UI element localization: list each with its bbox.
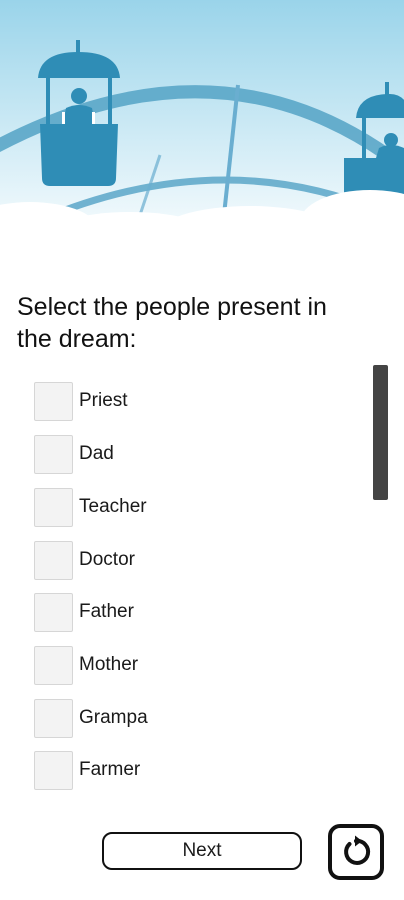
option-label: Teacher: [79, 496, 147, 517]
option-father[interactable]: Father: [34, 591, 314, 633]
reset-button[interactable]: [328, 824, 384, 880]
checkbox[interactable]: [34, 698, 73, 738]
ferris-wheel-illustration: [0, 0, 404, 260]
option-teacher[interactable]: Teacher: [34, 486, 314, 528]
checkbox[interactable]: [34, 592, 73, 632]
checkbox[interactable]: [34, 381, 73, 421]
option-grampa[interactable]: Grampa: [34, 697, 314, 739]
option-label: Father: [79, 601, 134, 622]
option-farmer[interactable]: Farmer: [34, 749, 314, 791]
option-dad[interactable]: Dad: [34, 433, 314, 475]
ferris-wheel-header-illustration: [0, 0, 404, 260]
checkbox[interactable]: [34, 487, 73, 527]
people-option-list[interactable]: Priest Dad Teacher Doctor Father Mother …: [34, 380, 334, 795]
option-label: Dad: [79, 443, 114, 464]
next-button[interactable]: Next: [102, 832, 302, 870]
option-label: Doctor: [79, 549, 135, 570]
option-doctor[interactable]: Doctor: [34, 539, 314, 581]
option-priest[interactable]: Priest: [34, 380, 314, 422]
checkbox[interactable]: [34, 750, 73, 790]
scrollbar-thumb[interactable]: [373, 365, 388, 500]
option-label: Mother: [79, 654, 139, 675]
option-mother[interactable]: Mother: [34, 644, 314, 686]
checkbox[interactable]: [34, 645, 73, 685]
option-label: Farmer: [79, 759, 141, 780]
option-label: Priest: [79, 390, 128, 411]
question-title: Select the people present in the dream:: [17, 293, 327, 353]
restart-icon: [344, 835, 371, 865]
checkbox[interactable]: [34, 434, 73, 474]
checkbox[interactable]: [34, 540, 73, 580]
option-label: Grampa: [79, 707, 148, 728]
